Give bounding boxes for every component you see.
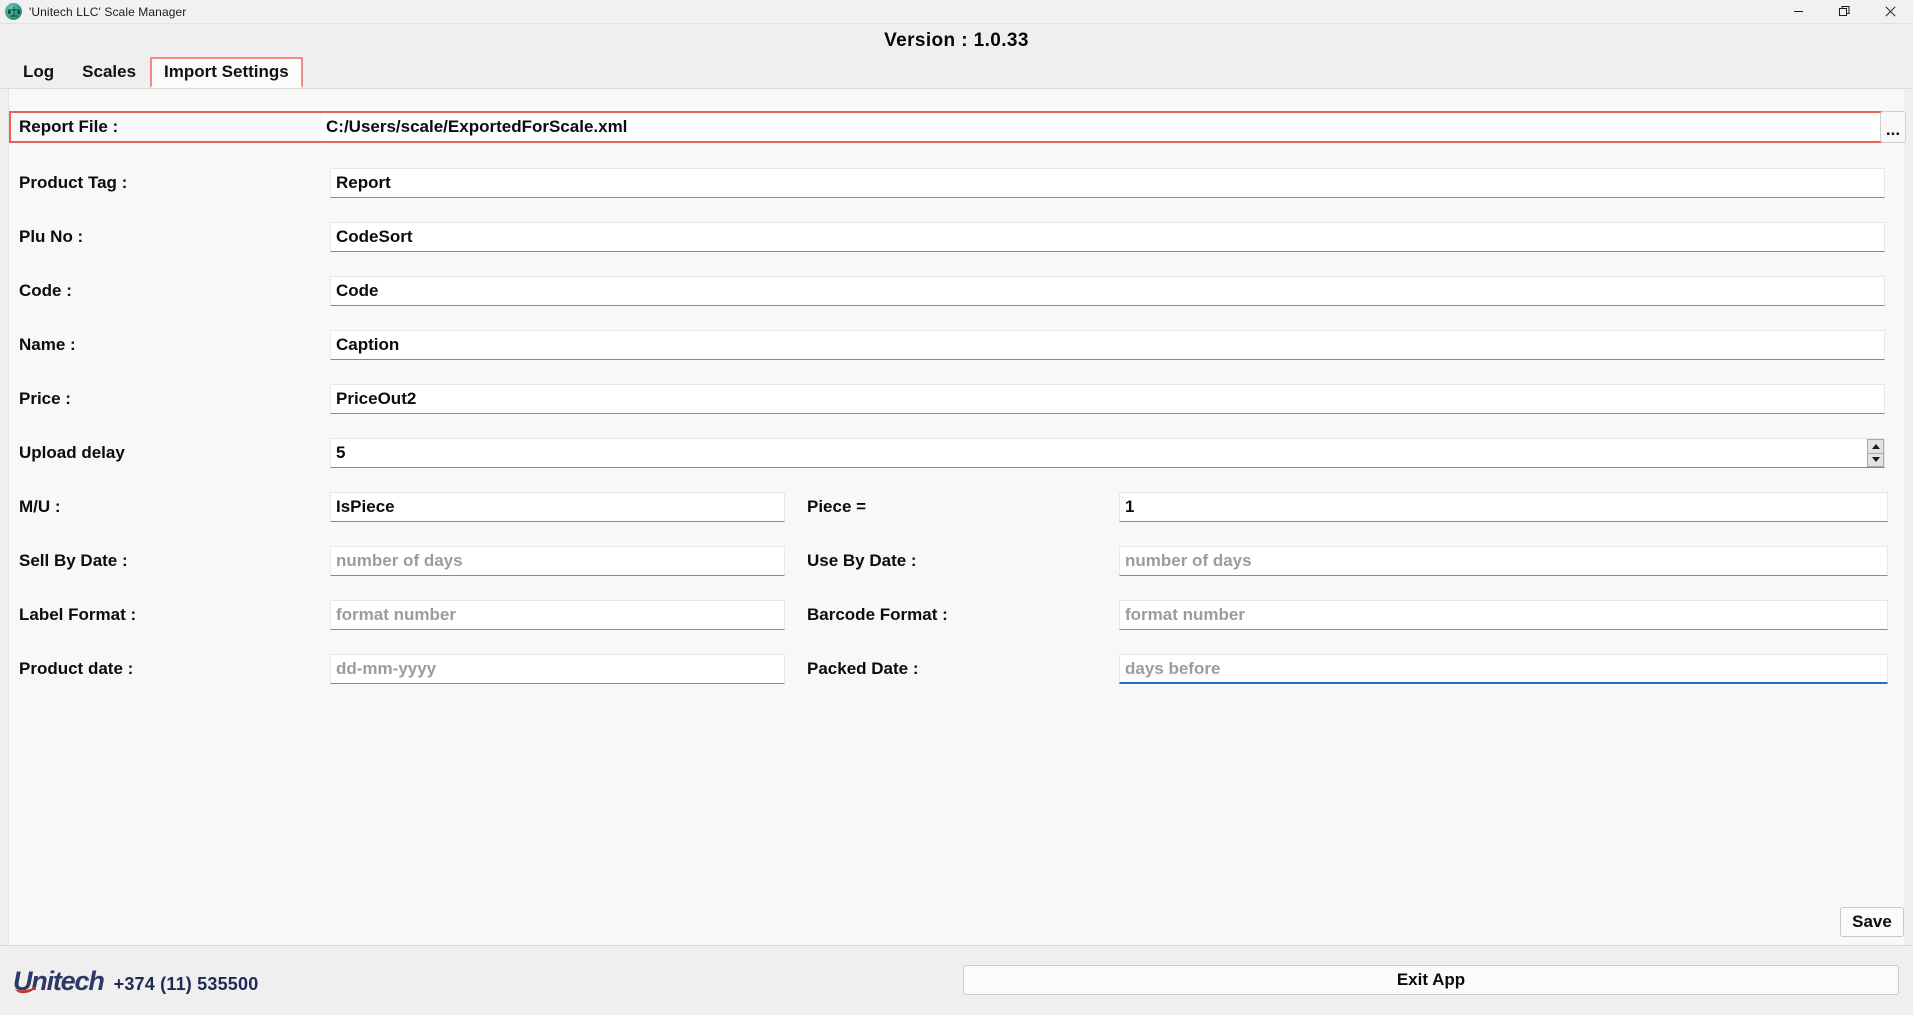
price-input[interactable] — [330, 384, 1885, 414]
use-by-date-label: Use By Date : — [807, 551, 917, 570]
price-label: Price : — [19, 389, 71, 408]
packed-date-label: Packed Date : — [807, 659, 919, 678]
exit-app-button[interactable]: Exit App — [963, 965, 1899, 995]
tab-import-settings[interactable]: Import Settings — [150, 57, 303, 88]
plu-no-label: Plu No : — [19, 227, 84, 246]
close-icon[interactable] — [1867, 0, 1913, 23]
scale-balance-icon — [5, 3, 22, 20]
label-format-input[interactable] — [330, 600, 785, 630]
spin-up-icon[interactable] — [1867, 439, 1884, 454]
name-input[interactable] — [330, 330, 1885, 360]
use-by-date-input[interactable] — [1119, 546, 1888, 576]
label-format-label: Label Format : — [19, 605, 137, 624]
upload-delay-spin-buttons[interactable] — [1867, 439, 1884, 467]
mu-input[interactable] — [330, 492, 785, 522]
product-tag-label: Product Tag : — [19, 173, 128, 192]
sell-by-date-input[interactable] — [330, 546, 785, 576]
barcode-format-input[interactable] — [1119, 600, 1888, 630]
report-file-input[interactable] — [321, 113, 1902, 141]
brand-block: Unitech +374 (11) 535500 — [13, 967, 258, 995]
code-label: Code : — [19, 281, 72, 300]
contact-phone: +374 (11) 535500 — [113, 973, 259, 994]
browse-file-button[interactable]: ... — [1880, 111, 1906, 143]
code-input[interactable] — [330, 276, 1885, 306]
tab-log[interactable]: Log — [9, 57, 68, 88]
window-title: 'Unitech LLC' Scale Manager — [29, 4, 187, 19]
report-file-label: Report File : — [19, 117, 119, 136]
name-label: Name : — [19, 335, 76, 354]
import-settings-panel: Report File : ... Product Tag : Plu No :… — [0, 88, 1913, 946]
unitech-logo-text: Unitech — [13, 965, 105, 996]
tab-bar: Log Scales Import Settings — [0, 57, 1913, 88]
packed-date-input[interactable] — [1119, 654, 1888, 684]
footer-bar: Unitech +374 (11) 535500 Exit App — [0, 946, 1913, 1015]
save-button[interactable]: Save — [1840, 907, 1904, 937]
version-bar: Version : 1.0.33 — [0, 24, 1913, 57]
sell-by-date-label: Sell By Date : — [19, 551, 128, 570]
upload-delay-stepper[interactable] — [330, 438, 1885, 468]
upload-delay-label: Upload delay — [19, 443, 125, 462]
spin-down-icon[interactable] — [1867, 453, 1884, 467]
upload-delay-input[interactable] — [330, 438, 1885, 468]
product-date-input[interactable] — [330, 654, 785, 684]
minimize-icon[interactable] — [1775, 0, 1821, 23]
version-text: Version : 1.0.33 — [884, 29, 1029, 51]
mu-label: M/U : — [19, 497, 61, 516]
piece-label: Piece = — [807, 497, 867, 516]
maximize-restore-icon[interactable] — [1821, 0, 1867, 23]
report-file-group: Report File : — [9, 111, 1904, 143]
product-date-label: Product date : — [19, 659, 134, 678]
window-controls — [1775, 0, 1913, 23]
plu-no-input[interactable] — [330, 222, 1885, 252]
piece-input[interactable] — [1119, 492, 1888, 522]
unitech-logo: Unitech — [13, 965, 105, 996]
barcode-format-label: Barcode Format : — [807, 605, 948, 624]
product-tag-input[interactable] — [330, 168, 1885, 198]
tab-scales[interactable]: Scales — [68, 57, 150, 88]
window-titlebar: 'Unitech LLC' Scale Manager — [0, 0, 1913, 24]
